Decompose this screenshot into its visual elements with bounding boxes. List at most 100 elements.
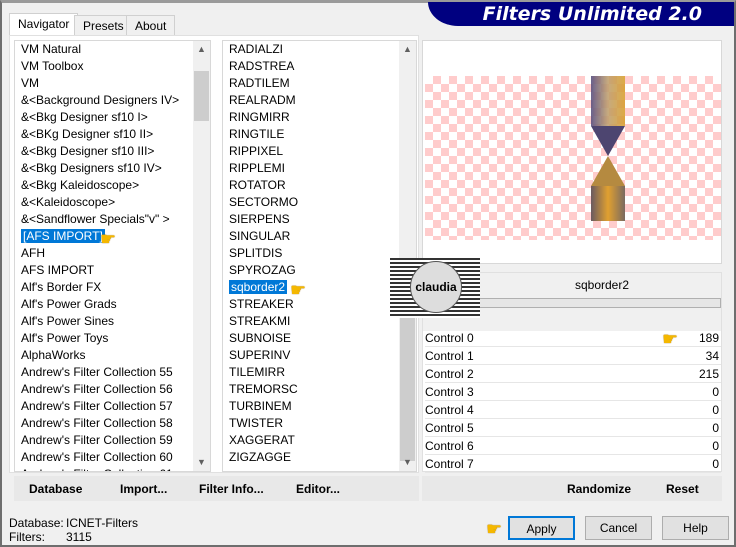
category-item[interactable]: Andrew's Filter Collection 59: [21, 432, 173, 449]
category-item[interactable]: Andrew's Filter Collection 57: [21, 398, 173, 415]
category-item[interactable]: &<Bkg Designers sf10 IV>: [21, 160, 162, 177]
filter-item[interactable]: REALRADM: [229, 92, 296, 109]
filter-item[interactable]: SINGULAR: [229, 228, 290, 245]
filter-item[interactable]: TREMORSC: [229, 381, 298, 398]
category-item-label: Alf's Power Sines: [21, 314, 114, 328]
pointer-hand-icon: ☛: [662, 329, 679, 349]
scrollbar-thumb[interactable]: [194, 71, 209, 121]
category-item[interactable]: &<Sandflower Specials"v" >: [21, 211, 170, 228]
category-item[interactable]: Alf's Power Sines: [21, 313, 114, 330]
category-item[interactable]: AFH: [21, 245, 45, 262]
filter-item[interactable]: RINGMIRR: [229, 109, 290, 126]
category-item[interactable]: &<Bkg Kaleidoscope>: [21, 177, 139, 194]
filter-item[interactable]: ZIGZAGGE: [229, 449, 291, 466]
category-item-label: Andrew's Filter Collection 61: [21, 467, 173, 471]
pointer-hand-icon: ☛: [290, 280, 307, 300]
category-item[interactable]: &<Bkg Designer sf10 I>: [21, 109, 148, 126]
control-label: Control 0: [425, 331, 474, 345]
category-item[interactable]: VM Natural: [21, 41, 81, 58]
control-value: 0: [712, 457, 719, 471]
randomize-button[interactable]: Randomize: [567, 482, 631, 496]
scroll-down-icon[interactable]: ▼: [193, 454, 210, 471]
category-item[interactable]: Andrew's Filter Collection 60: [21, 449, 173, 466]
category-list[interactable]: Andrew's Filter Collection 61 Andrew's Fi…: [14, 40, 211, 472]
category-item[interactable]: VM Toolbox: [21, 58, 83, 75]
filter-item-label: RINGMIRR: [229, 110, 290, 124]
category-scrollbar[interactable]: ▲ ▼: [193, 41, 210, 471]
filter-item[interactable]: TILEMIRR: [229, 364, 285, 381]
filter-item[interactable]: ROTATOR: [229, 177, 286, 194]
tab-navigator[interactable]: Navigator: [9, 13, 79, 35]
scroll-up-icon[interactable]: ▲: [399, 41, 416, 58]
control-slider-3[interactable]: Control 3 0: [425, 383, 721, 401]
category-item-label: &<Kaleidoscope>: [21, 195, 116, 209]
category-item[interactable]: Alf's Power Toys: [21, 330, 108, 347]
preview-image: [425, 76, 721, 240]
help-button[interactable]: Help: [662, 516, 729, 540]
scroll-down-icon[interactable]: ▼: [399, 454, 416, 471]
control-label: Control 5: [425, 421, 474, 435]
control-slider-4[interactable]: Control 4 0: [425, 401, 721, 419]
category-item[interactable]: Andrew's Filter Collection 58: [21, 415, 173, 432]
filter-item[interactable]: RADTILEM: [229, 75, 290, 92]
category-item[interactable]: Andrew's Filter Collection 61: [21, 466, 173, 471]
filter-item[interactable]: SUBNOISE: [229, 330, 291, 347]
filter-item[interactable]: XAGGERAT: [229, 432, 295, 449]
category-item[interactable]: &<BKg Designer sf10 II>: [21, 126, 153, 143]
scroll-up-icon[interactable]: ▲: [193, 41, 210, 58]
control-slider-2[interactable]: Control 2 215: [425, 365, 721, 383]
tab-about[interactable]: About: [126, 15, 176, 35]
control-value: 215: [698, 367, 719, 381]
category-item[interactable]: Andrew's Filter Collection 55: [21, 364, 173, 381]
tab-presets[interactable]: Presets: [74, 15, 133, 35]
category-item-label: Alf's Power Grads: [21, 297, 117, 311]
category-item[interactable]: Alf's Border FX: [21, 279, 101, 296]
filter-item-label: RADIALZI: [229, 42, 284, 56]
category-item-label: Andrew's Filter Collection 57: [21, 399, 173, 413]
reset-button[interactable]: Reset: [666, 482, 699, 496]
control-slider-7[interactable]: Control 7 0: [425, 455, 721, 473]
filter-info-button[interactable]: Filter Info...: [199, 482, 264, 496]
category-item[interactable]: &<Bkg Designer sf10 III>: [21, 143, 154, 160]
category-item[interactable]: AFS IMPORT: [21, 262, 94, 279]
filter-list[interactable]: ZIGZAGGE XAGGERAT TWISTER TURBINEM TREMORSC T…: [222, 40, 417, 472]
filter-item[interactable]: RADSTREA: [229, 58, 294, 75]
category-item[interactable]: Alf's Power Grads: [21, 296, 117, 313]
filter-item[interactable]: RIPPIXEL: [229, 143, 283, 160]
filter-item[interactable]: RIPPLEMI: [229, 160, 285, 177]
category-item-label: Alf's Border FX: [21, 280, 102, 294]
category-item-label: VM: [21, 76, 39, 90]
filter-scrollbar[interactable]: ▲ ▼: [399, 41, 416, 471]
category-item[interactable]: &<Background Designers IV>: [21, 92, 179, 109]
preview-panel: [422, 40, 722, 264]
filter-item-label: SUBNOISE: [229, 331, 292, 345]
filter-item[interactable]: TWISTER: [229, 415, 283, 432]
apply-button[interactable]: Apply: [508, 516, 575, 540]
cancel-button[interactable]: Cancel: [585, 516, 652, 540]
control-label: Control 7: [425, 457, 474, 471]
category-item-label: Alf's Power Toys: [21, 331, 109, 345]
import-button[interactable]: Import...: [120, 482, 167, 496]
control-slider-6[interactable]: Control 6 0: [425, 437, 721, 455]
category-item[interactable]: &<Kaleidoscope>: [21, 194, 115, 211]
filter-item[interactable]: SUPERINV: [229, 347, 290, 364]
filter-item[interactable]: SPYROZAG: [229, 262, 296, 279]
filter-item[interactable]: SIERPENS: [229, 211, 290, 228]
editor-button[interactable]: Editor...: [296, 482, 340, 496]
category-item[interactable]: VM: [21, 75, 39, 92]
filter-item[interactable]: SECTORMO: [229, 194, 298, 211]
filter-item[interactable]: RINGTILE: [229, 126, 284, 143]
filter-item[interactable]: STREAKER: [229, 296, 294, 313]
category-item-label: &<Sandflower Specials"v" >: [21, 212, 170, 226]
category-item[interactable]: [AFS IMPORT]: [20, 228, 106, 245]
filter-item[interactable]: SPLITDIS: [229, 245, 282, 262]
category-item[interactable]: AlphaWorks: [21, 347, 85, 364]
category-item[interactable]: Andrew's Filter Collection 56: [21, 381, 173, 398]
filter-item[interactable]: sqborder2: [227, 279, 289, 296]
filter-item[interactable]: STREAKMI: [229, 313, 290, 330]
control-slider-5[interactable]: Control 5 0: [425, 419, 721, 437]
filter-item-label: TURBINEM: [229, 399, 292, 413]
database-button[interactable]: Database: [29, 482, 82, 496]
filter-item[interactable]: TURBINEM: [229, 398, 292, 415]
filter-item[interactable]: RADIALZI: [229, 41, 283, 58]
